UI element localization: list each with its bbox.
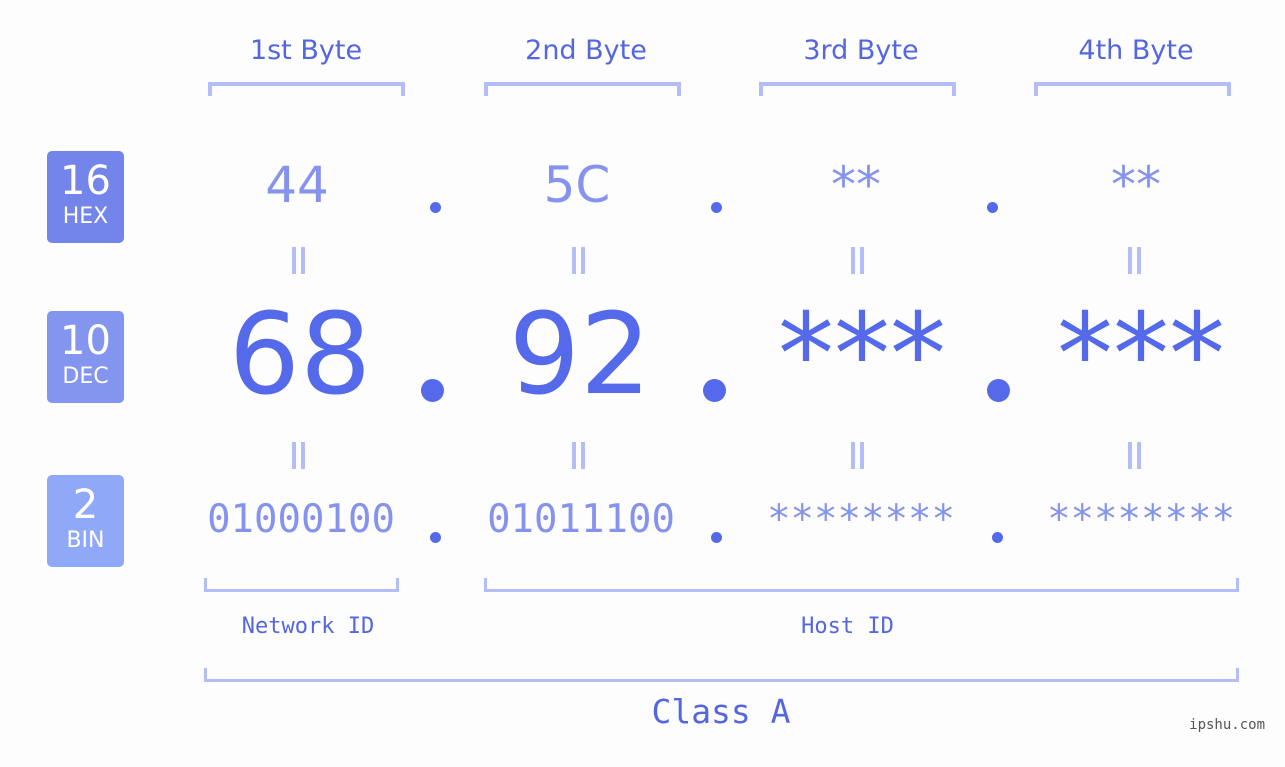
bin-byte-4: ******** [1047,497,1235,542]
byte-header-3: 3rd Byte [803,35,919,66]
class-bracket [204,668,1239,682]
bin-byte-1: 01000100 [207,497,395,542]
byte-bracket-3 [759,82,956,96]
byte-bracket-2 [484,82,681,96]
hex-byte-1: 44 [265,156,329,214]
dec-separator-dot [703,379,726,402]
dec-separator-dot [421,379,444,402]
host-id-label: Host ID [801,614,894,639]
ip-class-label: Class A [651,692,791,731]
bin-byte-2: 01011100 [487,497,675,542]
dec-byte-1: 68 [228,290,372,420]
hex-base-number: 16 [60,158,111,204]
byte-bracket-4 [1034,82,1231,96]
byte-header-4: 4th Byte [1078,35,1194,66]
bin-base-label: BIN [66,528,105,553]
equals-icon [570,247,586,274]
equals-icon [570,442,586,469]
hex-base-label: HEX [62,204,109,229]
equals-icon [1126,247,1142,274]
equals-icon [290,247,306,274]
byte-bracket-1 [208,82,405,96]
dec-base-label: DEC [62,364,109,389]
bin-base-badge: 2 BIN [47,475,124,567]
network-id-bracket [204,578,399,592]
dec-byte-3: *** [778,290,946,420]
watermark: ipshu.com [1189,717,1265,733]
network-id-label: Network ID [241,614,375,639]
bin-separator-dot [992,532,1003,543]
bin-base-number: 2 [72,482,99,528]
hex-separator-dot [987,202,998,213]
hex-byte-2: 5C [543,156,611,214]
equals-icon [849,442,865,469]
equals-icon [290,442,306,469]
bin-separator-dot [430,532,441,543]
bin-byte-3: ******** [767,497,955,542]
hex-byte-4: ** [1111,156,1161,214]
dec-base-badge: 10 DEC [47,311,124,403]
dec-separator-dot [987,379,1010,402]
hex-separator-dot [711,202,722,213]
bin-separator-dot [711,532,722,543]
equals-icon [1126,442,1142,469]
dec-base-number: 10 [60,318,111,364]
byte-header-1: 1st Byte [249,35,363,66]
equals-icon [849,247,865,274]
host-id-bracket [484,578,1239,592]
dec-byte-4: *** [1057,290,1225,420]
byte-header-2: 2nd Byte [525,35,647,66]
dec-byte-2: 92 [508,290,652,420]
hex-separator-dot [430,202,441,213]
hex-byte-3: ** [831,156,881,214]
hex-base-badge: 16 HEX [47,151,124,243]
